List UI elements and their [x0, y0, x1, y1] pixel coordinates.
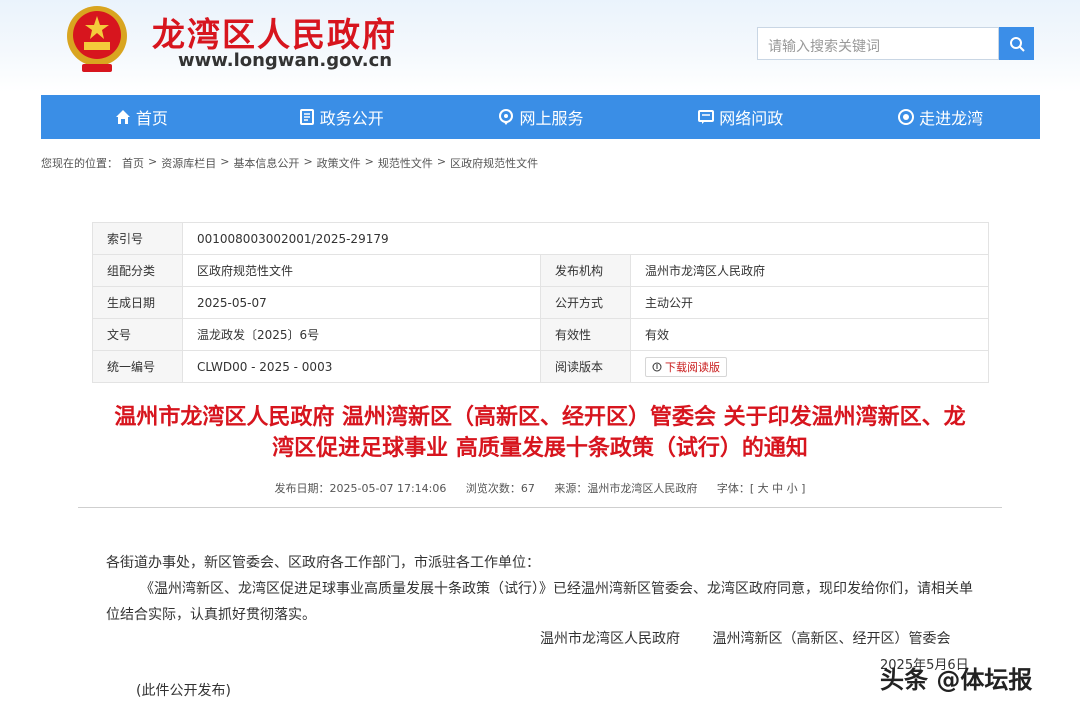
eye-icon [898, 109, 915, 125]
table-row: 生成日期 2025-05-07 公开方式 主动公开 [92, 286, 989, 319]
nav-explore-longwan[interactable]: 走进龙湾 [840, 95, 1040, 139]
breadcrumb-separator: > [436, 155, 447, 168]
open-value: 主动公开 [630, 286, 989, 319]
watermark: 头条 @体坛报 [880, 666, 1033, 694]
table-row: 统一编号 CLWD00 - 2025 - 0003 阅读版本 下载阅读版 [92, 350, 989, 383]
signer-1: 温州市龙湾区人民政府 [540, 631, 680, 647]
nav-online-inquiry[interactable]: 网络问政 [640, 95, 840, 139]
breadcrumb-item[interactable]: 政策文件 [317, 155, 361, 171]
signatures: 温州市龙湾区人民政府 温州湾新区（高新区、经开区）管委会 [540, 628, 950, 648]
document-icon [299, 109, 314, 125]
nav-explore-longwan-label: 走进龙湾 [919, 109, 984, 128]
docno-value: 温龙政发〔2025〕6号 [182, 318, 541, 351]
font-size-switch[interactable]: 字体：[ 大 中 小 ] [717, 482, 806, 495]
index-value: 001008003002001/2025-29179 [182, 222, 989, 255]
nav-online-service[interactable]: 网上服务 [441, 95, 641, 139]
code-label: 统一编号 [92, 350, 183, 383]
nav-home[interactable]: 首页 [41, 95, 241, 139]
breadcrumb-separator: > [303, 155, 313, 168]
document-meta: 发布日期：2025-05-07 17:14:06 浏览次数：67 来源：温州市龙… [0, 480, 1080, 496]
open-label: 公开方式 [540, 286, 631, 319]
publish-date: 发布日期：2025-05-07 17:14:06 [274, 482, 447, 495]
category-value: 区政府规范性文件 [182, 254, 541, 287]
nav-online-service-label: 网上服务 [519, 109, 584, 128]
chat-icon [698, 110, 715, 124]
download-label: 下载阅读版 [665, 360, 720, 374]
read-version-label: 阅读版本 [540, 350, 631, 383]
nav-online-inquiry-label: 网络问政 [719, 109, 784, 128]
breadcrumb: 您现在的位置： 首页 > 资源库栏目 > 基本信息公开 > 政策文件 > 规范性文件 > … [41, 155, 538, 171]
national-emblem-icon [67, 6, 127, 72]
table-row: 索引号 001008003002001/2025-29179 [92, 222, 989, 255]
source: 来源：温州市龙湾区人民政府 [554, 482, 698, 495]
valid-value: 有效 [630, 318, 989, 351]
nav-gov-affairs[interactable]: 政务公开 [241, 95, 441, 139]
valid-label: 有效性 [540, 318, 631, 351]
location-icon [499, 109, 514, 125]
breadcrumb-separator: > [220, 155, 230, 168]
view-count: 浏览次数：67 [465, 482, 535, 495]
document-title: 温州市龙湾区人民政府 温州湾新区（高新区、经开区）管委会 关于印发温州湾新区、龙… [40, 402, 1040, 464]
publish-note: (此件公开发布) [136, 683, 231, 699]
breadcrumb-separator: > [148, 155, 158, 168]
search-input[interactable]: 请输入搜索关键词 [757, 27, 999, 60]
table-row: 组配分类 区政府规范性文件 发布机构 温州市龙湾区人民政府 [92, 254, 989, 287]
title-line-1: 温州市龙湾区人民政府 温州湾新区（高新区、经开区）管委会 关于印发温州湾新区、龙 [114, 405, 966, 430]
signer-2: 温州湾新区（高新区、经开区）管委会 [712, 631, 951, 647]
org-value: 温州市龙湾区人民政府 [630, 254, 989, 287]
org-label: 发布机构 [540, 254, 631, 287]
read-version-cell: 下载阅读版 [630, 350, 989, 383]
home-icon [115, 110, 130, 124]
date-value: 2025-05-07 [182, 286, 541, 319]
nav-gov-affairs-label: 政务公开 [319, 109, 384, 128]
search-icon [1009, 36, 1025, 52]
site-name: 龙湾区人民政府 [152, 15, 397, 54]
breadcrumb-item[interactable]: 首页 [122, 155, 144, 171]
title-line-2: 湾区促进足球事业 高质量发展十条政策（试行）的通知 [272, 436, 808, 461]
site-url: www.longwan.gov.cn [178, 50, 393, 71]
body-paragraph-1: 各街道办事处，新区管委会、区政府各工作部门，市派驻各工作单位： [106, 555, 540, 571]
search-button[interactable] [999, 27, 1034, 60]
body-paragraph-2: 《温州湾新区、龙湾区促进足球事业高质量发展十条政策（试行）》已经温州湾新区管委会… [106, 581, 973, 623]
breadcrumb-item[interactable]: 区政府规范性文件 [450, 155, 538, 171]
nav-home-label: 首页 [135, 109, 168, 128]
index-label: 索引号 [92, 222, 183, 255]
download-button[interactable]: 下载阅读版 [645, 356, 727, 377]
download-icon [652, 362, 662, 371]
breadcrumb-prefix: 您现在的位置： [41, 157, 118, 170]
date-label: 生成日期 [92, 286, 183, 319]
breadcrumb-item[interactable]: 资源库栏目 [161, 155, 216, 171]
breadcrumb-item[interactable]: 规范性文件 [378, 155, 433, 171]
code-value: CLWD00 - 2025 - 0003 [182, 350, 541, 383]
document-info-table: 索引号 001008003002001/2025-29179 组配分类 区政府规… [92, 222, 989, 383]
category-label: 组配分类 [92, 254, 183, 287]
breadcrumb-item[interactable]: 基本信息公开 [233, 155, 299, 171]
divider [78, 507, 1002, 508]
main-navbar: 首页 政务公开 网上服务 网络问政 走进龙湾 [41, 95, 1040, 139]
docno-label: 文号 [92, 318, 183, 351]
table-row: 文号 温龙政发〔2025〕6号 有效性 有效 [92, 318, 989, 351]
breadcrumb-separator: > [364, 155, 374, 168]
